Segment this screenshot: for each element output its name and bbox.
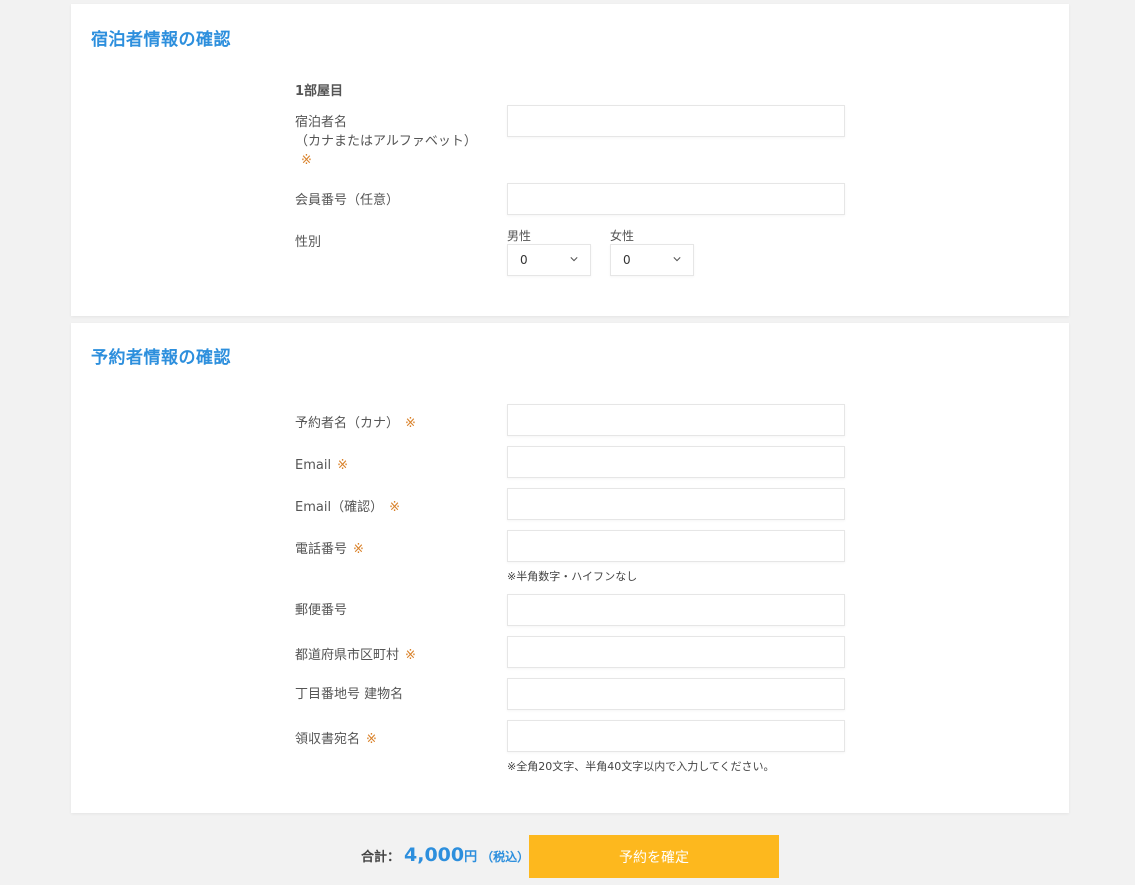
email-confirm-label-text: Email（確認） bbox=[295, 500, 384, 515]
female-count-value: 0 bbox=[623, 253, 631, 267]
receipt-label: 領収書宛名 ※ bbox=[295, 730, 377, 749]
required-mark: ※ bbox=[366, 732, 377, 747]
required-mark: ※ bbox=[405, 648, 416, 663]
email-confirm-label: Email（確認） ※ bbox=[295, 498, 400, 517]
guest-name-label-line1: 宿泊者名 bbox=[295, 115, 348, 130]
address-label: 丁目番地号 建物名 bbox=[295, 687, 404, 702]
confirm-booking-button[interactable]: 予約を確定 bbox=[529, 835, 779, 878]
required-mark: ※ bbox=[337, 458, 348, 473]
booker-name-label-text: 予約者名（カナ） bbox=[295, 416, 400, 431]
chevron-down-icon bbox=[673, 257, 681, 262]
chevron-down-icon bbox=[570, 257, 578, 262]
receipt-note: ※全角20文字、半角40文字以内で入力してください。 bbox=[507, 760, 775, 773]
yen-unit: 円 bbox=[464, 850, 478, 865]
required-mark: ※ bbox=[301, 153, 312, 168]
email-confirm-input[interactable] bbox=[507, 488, 845, 520]
female-count-select[interactable]: 0 bbox=[610, 244, 694, 276]
booker-info-card: 予約者情報の確認 予約者名（カナ） ※ Email ※ Email（確認） ※ 電話番… bbox=[71, 323, 1069, 813]
receipt-label-text: 領収書宛名 bbox=[295, 732, 361, 747]
prefecture-label: 都道府県市区町村 ※ bbox=[295, 646, 416, 665]
guest-section-title: 宿泊者情報の確認 bbox=[91, 30, 231, 50]
required-mark: ※ bbox=[405, 416, 416, 431]
member-number-label: 会員番号（任意） bbox=[295, 193, 400, 208]
prefecture-label-text: 都道府県市区町村 bbox=[295, 648, 400, 663]
tax-note: （税込） bbox=[481, 850, 530, 864]
required-mark: ※ bbox=[353, 542, 364, 557]
guest-name-label: 宿泊者名 （カナまたはアルファベット） ※ bbox=[295, 113, 477, 170]
postal-label: 郵便番号 bbox=[295, 603, 348, 618]
receipt-input[interactable] bbox=[507, 720, 845, 752]
email-input[interactable] bbox=[507, 446, 845, 478]
footer-bar: 合計： 4,000円 （税込） 予約を確定 bbox=[0, 820, 1135, 885]
booker-name-input[interactable] bbox=[507, 404, 845, 436]
booker-section-title: 予約者情報の確認 bbox=[91, 348, 231, 368]
phone-label-text: 電話番号 bbox=[295, 542, 348, 557]
guest-info-card: 宿泊者情報の確認 1部屋目 宿泊者名 （カナまたはアルファベット） ※ 会員番号… bbox=[71, 4, 1069, 316]
required-mark: ※ bbox=[389, 500, 400, 515]
postal-input[interactable] bbox=[507, 594, 845, 626]
prefecture-input[interactable] bbox=[507, 636, 845, 668]
phone-label: 電話番号 ※ bbox=[295, 540, 364, 559]
male-count-select[interactable]: 0 bbox=[507, 244, 591, 276]
member-number-input[interactable] bbox=[507, 183, 845, 215]
male-count-value: 0 bbox=[520, 253, 528, 267]
male-label: 男性 bbox=[507, 229, 532, 243]
email-label: Email ※ bbox=[295, 456, 348, 475]
address-input[interactable] bbox=[507, 678, 845, 710]
guest-name-input[interactable] bbox=[507, 105, 845, 137]
phone-input[interactable] bbox=[507, 530, 845, 562]
total-price: 合計： 4,000円 （税込） bbox=[361, 844, 529, 866]
total-label: 合計： bbox=[361, 850, 401, 865]
booker-name-label: 予約者名（カナ） ※ bbox=[295, 414, 416, 433]
phone-note: ※半角数字・ハイフンなし bbox=[507, 570, 638, 583]
female-label: 女性 bbox=[610, 229, 635, 243]
guest-name-label-line2: （カナまたはアルファベット） bbox=[295, 134, 477, 149]
gender-label: 性別 bbox=[295, 235, 322, 250]
room-label: 1部屋目 bbox=[295, 84, 344, 99]
total-amount: 4,000 bbox=[404, 844, 465, 866]
email-label-text: Email bbox=[295, 458, 332, 473]
